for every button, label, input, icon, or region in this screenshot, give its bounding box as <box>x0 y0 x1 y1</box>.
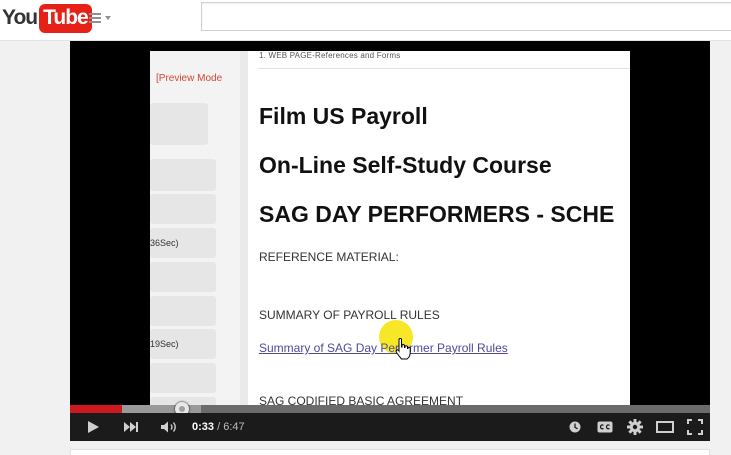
volume-button[interactable] <box>158 413 182 441</box>
outline-block <box>150 103 208 145</box>
fullscreen-button[interactable] <box>684 413 706 441</box>
outline-item <box>150 363 216 393</box>
course-outline-panel: [Preview Mode 36Sec) 19Sec) <box>150 51 240 406</box>
search-input[interactable] <box>201 2 731 31</box>
hamburger-icon-bar <box>89 21 101 23</box>
play-button[interactable] <box>82 413 104 441</box>
video-frame[interactable]: [Preview Mode 36Sec) 19Sec) 1. WEB PAGE-… <box>70 41 710 406</box>
preview-mode-label: [Preview Mode <box>156 73 223 84</box>
progress-played <box>70 405 122 413</box>
hand-cursor-icon <box>395 338 411 360</box>
document-page: 1. WEB PAGE-References and Forms Film US… <box>248 51 630 406</box>
video-info-panel <box>70 449 710 455</box>
logo-you-text: You <box>2 6 38 29</box>
current-time: 0:33 <box>192 421 215 433</box>
hamburger-icon-bar <box>89 17 101 19</box>
watch-later-button[interactable] <box>565 413 585 441</box>
next-button[interactable] <box>120 413 142 441</box>
summary-heading: SUMMARY OF PAYROLL RULES <box>259 308 440 322</box>
outline-item-duration: 19Sec) <box>150 339 179 349</box>
youtube-logo[interactable]: You Tube <box>2 3 92 33</box>
player-controls: 0:33 / 6:47 <box>70 413 710 441</box>
duration: 6:47 <box>223 421 245 433</box>
captions-icon <box>597 421 613 433</box>
hamburger-icon <box>89 13 101 15</box>
logo-tube-text: Tube <box>39 3 92 33</box>
settings-icon <box>627 419 643 435</box>
time-separator: / <box>214 421 224 433</box>
video-player[interactable]: [Preview Mode 36Sec) 19Sec) 1. WEB PAGE-… <box>70 41 710 441</box>
next-icon <box>124 422 138 432</box>
chevron-down-icon <box>105 16 111 20</box>
masthead: You Tube <box>0 0 731 41</box>
settings-button[interactable] <box>625 413 645 441</box>
outline-item <box>150 159 216 191</box>
theater-mode-button[interactable] <box>654 413 676 441</box>
theater-mode-icon <box>656 421 674 433</box>
outline-item-duration: 36Sec) <box>150 238 179 248</box>
document-header: 1. WEB PAGE-References and Forms <box>259 51 401 60</box>
guide-menu-button[interactable] <box>88 10 114 26</box>
progress-bar[interactable] <box>70 405 710 413</box>
outline-item <box>150 262 216 292</box>
document-title-1: Film US Payroll <box>259 103 428 129</box>
reference-material-label: REFERENCE MATERIAL: <box>259 250 399 264</box>
play-icon <box>88 421 99 433</box>
divider <box>258 68 630 69</box>
outline-item <box>150 296 216 326</box>
time-display: 0:33 / 6:47 <box>192 413 245 441</box>
summary-link: Summary of SAG Day Performer Payroll Rul… <box>259 341 508 355</box>
watch-later-icon <box>569 421 581 433</box>
captions-button[interactable] <box>594 413 616 441</box>
outline-item <box>150 194 216 224</box>
document-title-2: On-Line Self-Study Course <box>259 152 552 178</box>
fullscreen-icon <box>687 419 703 435</box>
document-viewer: 1. WEB PAGE-References and Forms Film US… <box>240 51 630 406</box>
volume-icon <box>161 421 176 433</box>
document-title-3: SAG DAY PERFORMERS - SCHE <box>259 201 615 227</box>
